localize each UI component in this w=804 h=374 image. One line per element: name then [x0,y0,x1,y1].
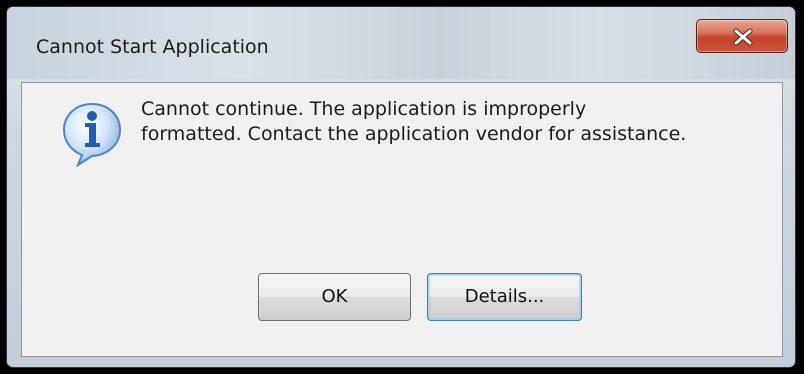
window-title: Cannot Start Application [36,36,269,58]
information-icon [62,102,122,167]
message-line-1: Cannot continue. The application is impr… [141,98,587,120]
message-line-2: formatted. Contact the application vendo… [141,123,687,145]
ok-button[interactable]: OK [258,273,411,321]
dialog-content: Cannot continue. The application is impr… [21,82,783,357]
title-bar[interactable]: Cannot Start Application [7,7,795,79]
details-button[interactable]: Details... [427,273,582,321]
error-message: Cannot continue. The application is impr… [141,97,771,147]
close-button[interactable] [696,19,788,53]
close-icon [733,28,753,46]
dialog-window: Cannot Start Application Cannot continue… [6,6,796,368]
